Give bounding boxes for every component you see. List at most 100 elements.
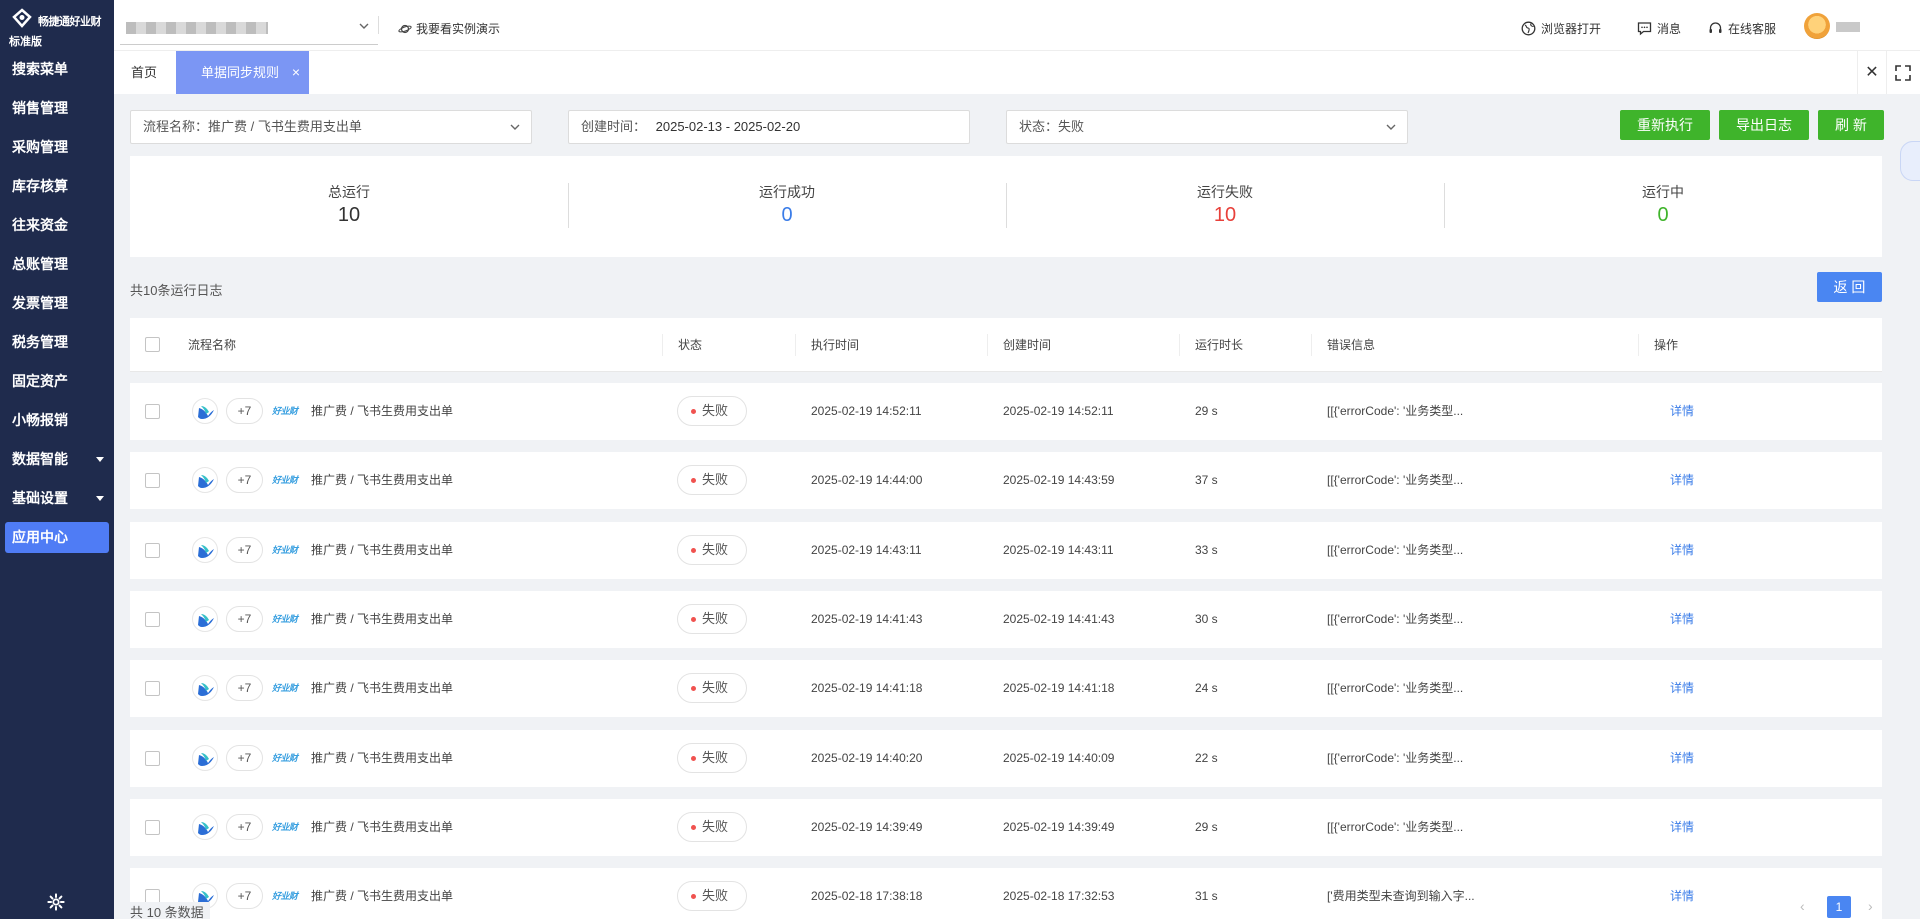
status-text: 失败 bbox=[702, 541, 729, 557]
row-checkbox[interactable] bbox=[145, 542, 160, 558]
created-time-label: 创建时间： bbox=[581, 119, 647, 134]
detail-link[interactable]: 详情 bbox=[1670, 799, 1694, 856]
sidebar-item[interactable]: 库存核算 bbox=[0, 167, 114, 206]
avatar[interactable] bbox=[1804, 13, 1830, 39]
row-checkbox[interactable] bbox=[145, 611, 160, 627]
status-badge: 失败 bbox=[677, 534, 747, 565]
status-badge: 失败 bbox=[677, 396, 747, 426]
sidebar-item[interactable]: 税务管理 bbox=[0, 323, 114, 362]
more-apps-badge[interactable]: +7 bbox=[226, 536, 263, 563]
floating-assistant-button[interactable] bbox=[1900, 141, 1920, 181]
detail-link[interactable]: 详情 bbox=[1670, 522, 1694, 579]
more-apps-badge[interactable]: +7 bbox=[226, 744, 263, 771]
flow-name-cell: 推广费 / 飞书生费用支出单 bbox=[311, 404, 454, 418]
back-button[interactable]: 返 回 bbox=[1817, 272, 1882, 302]
more-apps-badge[interactable]: +7 bbox=[226, 883, 263, 910]
tab-home[interactable]: 首页 bbox=[131, 51, 157, 94]
messages-button[interactable]: 消息 bbox=[1637, 20, 1681, 37]
brand-name: 畅捷通好业财 bbox=[38, 16, 102, 28]
close-all-tabs-button[interactable]: ✕ bbox=[1857, 51, 1887, 94]
headset-icon bbox=[1709, 22, 1722, 33]
tab-sync-rules[interactable]: 单据同步规则 × bbox=[176, 51, 309, 94]
more-apps-badge[interactable]: +7 bbox=[226, 675, 263, 702]
sidebar-item[interactable]: 销售管理 bbox=[0, 89, 114, 128]
create-time-cell: 2025-02-19 14:43:59 bbox=[1003, 473, 1115, 488]
status-dot bbox=[691, 478, 696, 484]
error-cell: [[{'errorCode': '业务类型... bbox=[1327, 819, 1464, 834]
feishu-app-icon bbox=[192, 744, 218, 771]
sidebar-item-label: 数据智能 bbox=[12, 451, 68, 467]
support-button[interactable]: 在线客服 bbox=[1708, 20, 1776, 37]
sidebar-item[interactable]: 应用中心 bbox=[5, 522, 109, 553]
error-cell: [[{'errorCode': '业务类型... bbox=[1327, 681, 1464, 696]
prev-page-button[interactable]: ‹ bbox=[1800, 898, 1805, 914]
sidebar-item[interactable]: 数据智能 bbox=[0, 440, 114, 479]
flow-name-cell: 推广费 / 飞书生费用支出单 bbox=[311, 819, 454, 834]
detail-link[interactable]: 详情 bbox=[1670, 730, 1694, 787]
sidebar-item[interactable]: 总账管理 bbox=[0, 245, 114, 284]
sidebar-item-label: 税务管理 bbox=[12, 334, 68, 350]
more-apps-badge[interactable]: +7 bbox=[226, 398, 263, 424]
row-checkbox[interactable] bbox=[145, 404, 160, 419]
target-app-logo: 好业财 bbox=[272, 821, 298, 832]
table-row: +7 好业财 推广费 / 飞书生费用支出单 失败 2025-02-19 14:41:43… bbox=[130, 590, 1882, 648]
demo-link[interactable]: 我要看实例演示 bbox=[398, 20, 500, 37]
table-row: +7 好业财 推广费 / 飞书生费用支出单 失败 2025-02-19 14:52:11… bbox=[130, 383, 1882, 440]
row-checkbox[interactable] bbox=[145, 750, 160, 766]
fullscreen-icon[interactable] bbox=[1893, 63, 1913, 83]
duration-cell: 30 s bbox=[1195, 611, 1218, 626]
next-page-button[interactable]: › bbox=[1868, 898, 1873, 914]
sidebar-item[interactable]: 采购管理 bbox=[0, 128, 114, 167]
sidebar-item[interactable]: 小畅报销 bbox=[0, 401, 114, 440]
rerun-button[interactable]: 重新执行 bbox=[1620, 110, 1710, 140]
export-log-button[interactable]: 导出日志 bbox=[1719, 110, 1809, 140]
globe-icon bbox=[1521, 21, 1536, 36]
logo: 畅捷通好业财 标准版 bbox=[0, 0, 114, 50]
status-dot bbox=[691, 755, 696, 761]
detail-link[interactable]: 详情 bbox=[1670, 452, 1694, 509]
sidebar-item[interactable]: 搜索菜单 bbox=[0, 50, 114, 89]
select-all-checkbox[interactable] bbox=[145, 337, 160, 352]
stat-card: 运行中 0 bbox=[1444, 156, 1882, 257]
detail-link[interactable]: 详情 bbox=[1670, 868, 1694, 919]
status-filter[interactable]: 状态：失败 bbox=[1006, 110, 1408, 144]
created-time-filter[interactable]: 创建时间： 2025-02-13 - 2025-02-20 bbox=[568, 110, 970, 144]
more-apps-badge[interactable]: +7 bbox=[226, 813, 263, 840]
sidebar-item-label: 基础设置 bbox=[12, 490, 68, 506]
flow-name-filter[interactable]: 流程名称：推广费 / 飞书生费用支出单 bbox=[130, 110, 532, 144]
sidebar-item[interactable]: 发票管理 bbox=[0, 284, 114, 323]
detail-link[interactable]: 详情 bbox=[1670, 383, 1694, 440]
sidebar-item[interactable]: 基础设置 bbox=[0, 479, 114, 518]
account-select[interactable] bbox=[120, 10, 378, 45]
more-apps-badge[interactable]: +7 bbox=[226, 467, 263, 494]
status-badge: 失败 bbox=[677, 603, 747, 634]
sidebar-item-label: 发票管理 bbox=[12, 295, 68, 311]
duration-cell: 22 s bbox=[1195, 750, 1218, 765]
table-row: +7 好业财 推广费 / 飞书生费用支出单 失败 2025-02-19 14:44:00… bbox=[130, 452, 1882, 510]
page-1-button[interactable]: 1 bbox=[1827, 896, 1851, 918]
caret-down-icon bbox=[96, 457, 104, 462]
stat-label: 运行中 bbox=[1642, 184, 1684, 200]
feishu-app-icon bbox=[192, 398, 218, 424]
duration-cell: 37 s bbox=[1195, 473, 1218, 488]
sidebar-item[interactable]: 往来资金 bbox=[0, 206, 114, 245]
exec-time-cell: 2025-02-19 14:41:18 bbox=[811, 681, 923, 696]
more-apps-badge[interactable]: +7 bbox=[226, 605, 263, 632]
gear-icon[interactable] bbox=[47, 893, 65, 911]
status-dot bbox=[691, 409, 696, 414]
refresh-button[interactable]: 刷 新 bbox=[1818, 110, 1884, 140]
sidebar-item[interactable]: 固定资产 bbox=[0, 362, 114, 401]
row-checkbox[interactable] bbox=[145, 681, 160, 697]
status-text: 失败 bbox=[702, 818, 729, 834]
detail-link[interactable]: 详情 bbox=[1670, 660, 1694, 717]
sidebar-item-label: 固定资产 bbox=[12, 373, 68, 389]
status-badge: 失败 bbox=[677, 811, 747, 842]
row-checkbox[interactable] bbox=[145, 473, 160, 489]
close-icon[interactable]: × bbox=[292, 51, 300, 94]
row-checkbox[interactable] bbox=[145, 819, 160, 835]
status-dot bbox=[691, 894, 696, 900]
flow-name-cell: 推广费 / 飞书生费用支出单 bbox=[311, 611, 454, 626]
browser-open-button[interactable]: 浏览器打开 bbox=[1521, 20, 1601, 37]
stat-value: 10 bbox=[1213, 204, 1237, 226]
detail-link[interactable]: 详情 bbox=[1670, 591, 1694, 648]
